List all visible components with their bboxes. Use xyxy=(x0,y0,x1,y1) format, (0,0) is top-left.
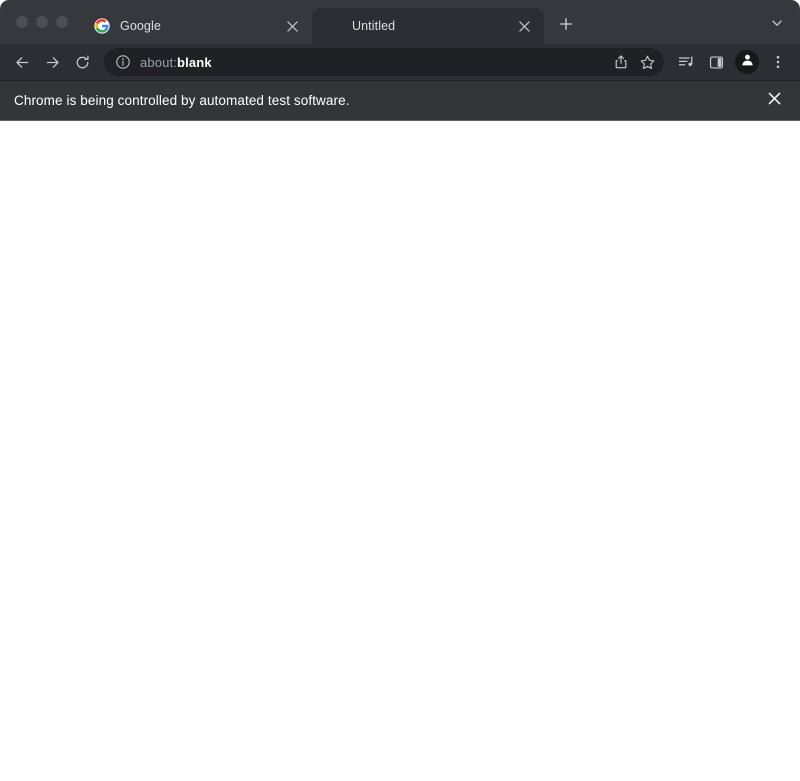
google-icon xyxy=(94,18,110,34)
tab-strip: Google Untitled xyxy=(0,0,800,44)
chevron-down-icon xyxy=(770,16,784,35)
tab-untitled[interactable]: Untitled xyxy=(312,8,544,44)
tab-search-button[interactable] xyxy=(764,12,790,38)
automation-infobar: Chrome is being controlled by automated … xyxy=(0,81,800,121)
tab-title: Untitled xyxy=(352,19,396,33)
media-control-button[interactable] xyxy=(672,48,700,76)
profile-avatar-button[interactable] xyxy=(735,50,759,74)
browser-menu-button[interactable] xyxy=(764,48,792,76)
window-maximize-button[interactable] xyxy=(56,16,68,28)
browser-toolbar: about:blank xyxy=(0,44,800,81)
address-bar[interactable]: about:blank xyxy=(104,48,664,76)
three-dot-menu-icon xyxy=(770,54,786,70)
arrow-right-icon xyxy=(44,54,61,71)
url-host: blank xyxy=(177,54,212,70)
window-traffic-lights xyxy=(0,0,80,44)
back-button[interactable] xyxy=(8,48,36,76)
url-scheme: about: xyxy=(140,54,178,70)
share-button[interactable] xyxy=(608,49,634,75)
reload-button[interactable] xyxy=(68,48,96,76)
bookmark-button[interactable] xyxy=(634,49,660,75)
forward-button[interactable] xyxy=(38,48,66,76)
tab-list: Google Untitled xyxy=(80,0,580,44)
plus-icon xyxy=(559,17,573,36)
automation-message: Chrome is being controlled by automated … xyxy=(14,93,350,108)
tab-google[interactable]: Google xyxy=(80,8,312,44)
info-circle-icon[interactable] xyxy=(114,53,132,71)
close-icon[interactable] xyxy=(282,16,302,36)
window-close-button[interactable] xyxy=(16,16,28,28)
blank-favicon-icon xyxy=(326,18,342,34)
browser-window: Google Untitled about:blank Chrome is be… xyxy=(0,0,800,781)
close-icon[interactable] xyxy=(514,16,534,36)
close-icon xyxy=(767,91,782,111)
arrow-left-icon xyxy=(14,54,31,71)
tab-title: Google xyxy=(120,19,161,33)
share-icon xyxy=(613,54,629,70)
address-bar-url[interactable]: about:blank xyxy=(140,55,608,70)
reload-icon xyxy=(74,54,91,71)
side-panel-icon xyxy=(708,54,725,71)
page-viewport[interactable] xyxy=(0,121,800,781)
automation-infobar-close-button[interactable] xyxy=(762,89,786,113)
media-control-icon xyxy=(677,53,695,71)
side-panel-button[interactable] xyxy=(702,48,730,76)
new-tab-button[interactable] xyxy=(552,12,580,40)
star-icon xyxy=(639,54,656,71)
toolbar-action-buttons xyxy=(672,48,792,76)
navigation-buttons xyxy=(8,48,96,76)
person-avatar-icon xyxy=(740,52,755,72)
omnibox-action-buttons xyxy=(608,49,660,75)
window-minimize-button[interactable] xyxy=(36,16,48,28)
